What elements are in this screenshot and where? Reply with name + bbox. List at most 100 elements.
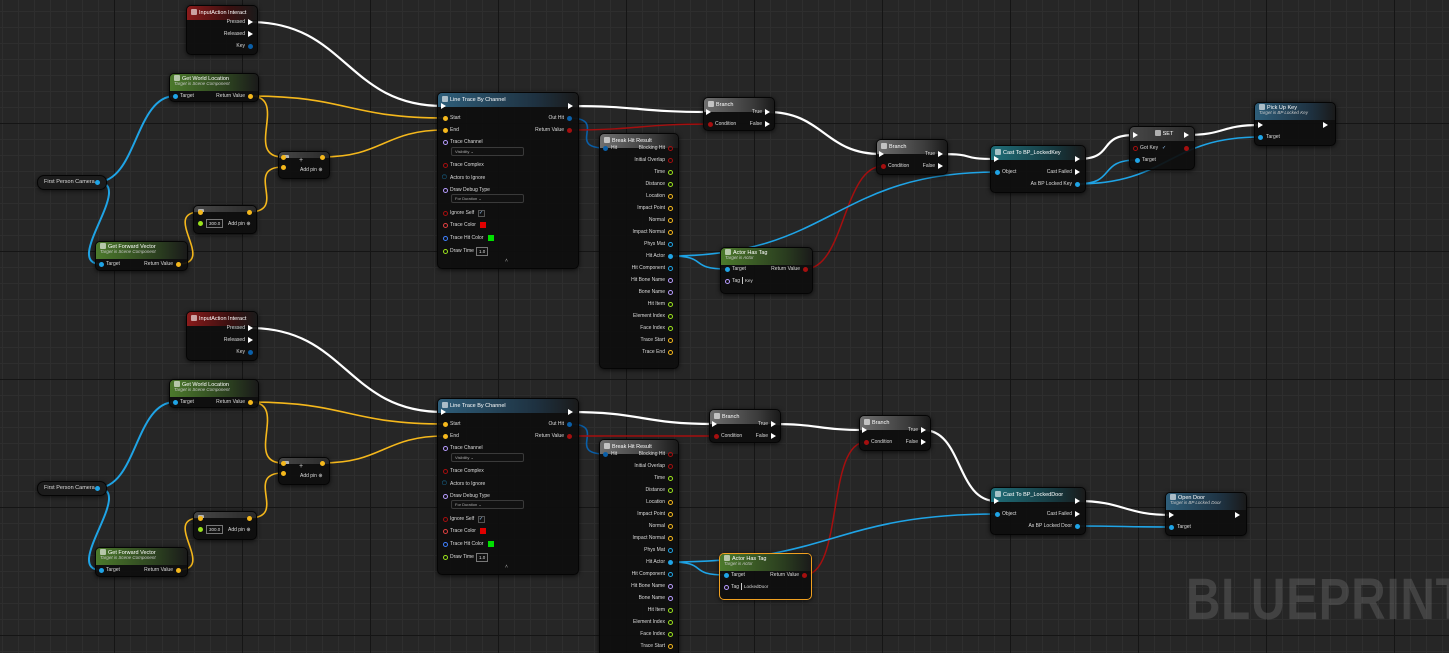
- break-hit-output-pin[interactable]: [667, 607, 673, 613]
- true-exec-pin[interactable]: [771, 421, 776, 427]
- false-exec-pin[interactable]: [765, 121, 770, 127]
- return-value-pin[interactable]: [247, 93, 253, 99]
- input-action-interact-node[interactable]: InputAction Interact: [186, 311, 258, 361]
- released-exec-pin[interactable]: [248, 31, 253, 37]
- trace-hit-color-pin[interactable]: [442, 235, 448, 241]
- break-hit-output-pin[interactable]: [667, 631, 673, 637]
- break-hit-output-pin[interactable]: [667, 265, 673, 271]
- break-hit-output-pin[interactable]: [667, 583, 673, 589]
- condition-pin[interactable]: [880, 163, 886, 169]
- return-value-pin[interactable]: [566, 127, 572, 133]
- out-hit-pin[interactable]: [566, 421, 572, 427]
- draw-time-field[interactable]: 1.0: [476, 247, 489, 256]
- mul-a-pin[interactable]: [197, 515, 203, 521]
- ignore-self-checkbox[interactable]: ✓: [478, 516, 485, 523]
- break-hit-output-pin[interactable]: [667, 217, 673, 223]
- trace-complex-pin[interactable]: [442, 468, 448, 474]
- tag-input-field[interactable]: Key: [742, 277, 755, 284]
- return-value-pin[interactable]: [175, 567, 181, 573]
- trace-color-pin[interactable]: [442, 528, 448, 534]
- branch-node-2[interactable]: Branch: [876, 139, 948, 175]
- add-a-pin[interactable]: [280, 154, 286, 160]
- start-pin[interactable]: [442, 115, 448, 121]
- multiply-value-field[interactable]: 300.0: [206, 525, 224, 534]
- pressed-exec-pin[interactable]: [248, 325, 253, 331]
- break-hit-output-pin[interactable]: [667, 169, 673, 175]
- draw-debug-pin[interactable]: [442, 187, 448, 193]
- tag-pin[interactable]: [724, 278, 730, 284]
- break-hit-output-pin[interactable]: [667, 595, 673, 601]
- multiply-value-field[interactable]: 300.0: [206, 219, 224, 228]
- add-pin-button[interactable]: Add pin ⊕: [228, 527, 251, 533]
- break-hit-output-pin[interactable]: [667, 559, 673, 565]
- out-hit-pin[interactable]: [566, 115, 572, 121]
- draw-debug-dropdown[interactable]: For Duration ⌄: [451, 500, 524, 509]
- break-hit-output-pin[interactable]: [667, 643, 673, 649]
- as-out-pin[interactable]: [1074, 181, 1080, 187]
- end-pin[interactable]: [442, 433, 448, 439]
- break-hit-output-pin[interactable]: [667, 523, 673, 529]
- condition-pin[interactable]: [863, 439, 869, 445]
- trace-channel-dropdown[interactable]: Visibility ⌄: [451, 453, 524, 462]
- object-pin[interactable]: [994, 169, 1000, 175]
- exec-in-pin[interactable]: [441, 103, 446, 109]
- camera-out-pin[interactable]: [94, 485, 100, 491]
- mul-b-pin[interactable]: [197, 526, 203, 532]
- draw-time-pin[interactable]: [442, 554, 448, 560]
- exec-in-pin[interactable]: [441, 409, 446, 415]
- break-hit-output-pin[interactable]: [667, 325, 673, 331]
- add-out-pin[interactable]: [319, 154, 325, 160]
- input-action-interact-node[interactable]: InputAction Interact: [186, 5, 258, 55]
- set-exec-out[interactable]: [1184, 132, 1189, 138]
- break-hit-result-node[interactable]: Break Hit Result: [599, 133, 679, 369]
- add-b-pin[interactable]: [280, 470, 286, 476]
- trace-color-pin[interactable]: [442, 222, 448, 228]
- break-hit-output-pin[interactable]: [667, 229, 673, 235]
- break-hit-output-pin[interactable]: [667, 349, 673, 355]
- add-a-pin[interactable]: [280, 460, 286, 466]
- start-pin[interactable]: [442, 421, 448, 427]
- set-out-pin[interactable]: [1183, 145, 1189, 151]
- trace-channel-pin[interactable]: [442, 445, 448, 451]
- true-exec-pin[interactable]: [938, 151, 943, 157]
- return-value-pin[interactable]: [175, 261, 181, 267]
- target-pin[interactable]: [1134, 157, 1140, 163]
- break-hit-output-pin[interactable]: [667, 451, 673, 457]
- set-exec-in[interactable]: [1133, 132, 1138, 138]
- branch-node-2[interactable]: Branch: [859, 415, 931, 451]
- add-pin-button[interactable]: Add pin ⊕: [228, 221, 251, 227]
- break-hit-output-pin[interactable]: [667, 487, 673, 493]
- trace-color-swatch[interactable]: [480, 222, 486, 228]
- ignore-self-pin[interactable]: [442, 516, 448, 522]
- object-pin[interactable]: [994, 511, 1000, 517]
- pickup-exec-in[interactable]: [1258, 122, 1263, 128]
- cast-exec-out[interactable]: [1075, 156, 1080, 162]
- break-hit-output-pin[interactable]: [667, 145, 673, 151]
- break-hit-output-pin[interactable]: [667, 475, 673, 481]
- branch-exec-in[interactable]: [712, 421, 717, 427]
- branch-exec-in[interactable]: [879, 151, 884, 157]
- break-hit-output-pin[interactable]: [667, 535, 673, 541]
- end-pin[interactable]: [442, 127, 448, 133]
- break-hit-output-pin[interactable]: [667, 289, 673, 295]
- break-hit-output-pin[interactable]: [667, 241, 673, 247]
- add-out-pin[interactable]: [319, 460, 325, 466]
- add-b-pin[interactable]: [280, 164, 286, 170]
- true-exec-pin[interactable]: [921, 427, 926, 433]
- return-value-pin[interactable]: [247, 399, 253, 405]
- tag-pin[interactable]: [723, 584, 729, 590]
- collapse-chevron-icon[interactable]: ˄: [505, 564, 508, 571]
- cast-exec-in[interactable]: [994, 498, 999, 504]
- got-key-pin[interactable]: [1132, 145, 1138, 151]
- target-pin[interactable]: [98, 261, 104, 267]
- condition-pin[interactable]: [713, 433, 719, 439]
- mul-out-pin[interactable]: [246, 515, 252, 521]
- false-exec-pin[interactable]: [921, 439, 926, 445]
- as-out-pin[interactable]: [1074, 523, 1080, 529]
- trace-color-swatch[interactable]: [480, 528, 486, 534]
- break-hit-output-pin[interactable]: [667, 181, 673, 187]
- key-pin[interactable]: [247, 349, 253, 355]
- branch-exec-in[interactable]: [862, 427, 867, 433]
- trace-channel-pin[interactable]: [442, 139, 448, 145]
- draw-time-pin[interactable]: [442, 248, 448, 254]
